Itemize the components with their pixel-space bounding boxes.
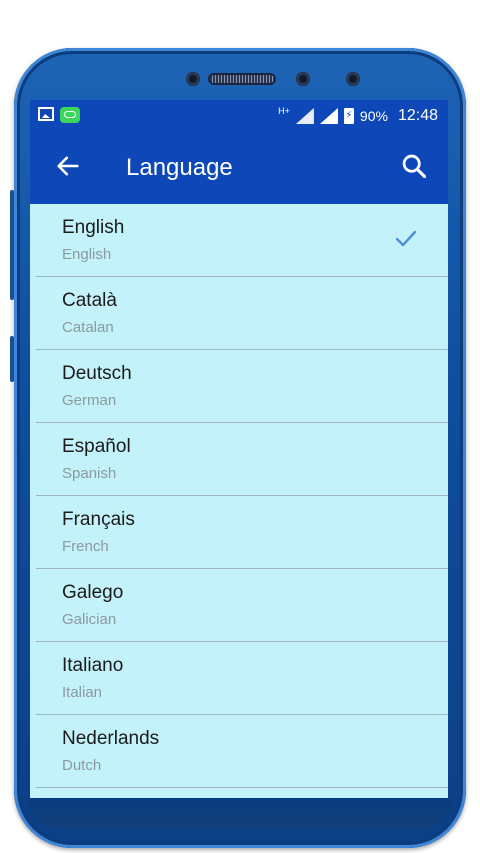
check-icon xyxy=(395,230,417,247)
volume-button xyxy=(10,190,14,300)
battery-icon xyxy=(343,108,354,124)
signal-icon xyxy=(295,108,314,124)
earpiece-speaker xyxy=(210,75,274,83)
language-subtitle: Catalan xyxy=(62,319,114,336)
list-item[interactable]: Deutsch German xyxy=(36,350,448,423)
language-subtitle: Spanish xyxy=(62,465,117,482)
list-item[interactable]: Nederlands Dutch xyxy=(36,715,448,788)
language-name: Italiano xyxy=(62,655,124,676)
language-name: Galego xyxy=(62,582,124,603)
list-item[interactable]: Français French xyxy=(36,496,448,569)
language-name: Deutsch xyxy=(62,363,132,384)
language-subtitle: English xyxy=(62,246,112,263)
power-button xyxy=(10,336,14,382)
arrow-left-icon[interactable] xyxy=(54,152,82,180)
screen: H+ 90% 12:48 Language English English Ca… xyxy=(30,100,448,800)
network-type: H+ xyxy=(278,106,290,116)
language-list: English English Català Catalan Deutsch G… xyxy=(30,204,448,788)
list-item[interactable]: Español Spanish xyxy=(36,423,448,496)
phone-bottom-bezel xyxy=(28,798,452,828)
search-icon[interactable] xyxy=(400,152,428,180)
language-name: Français xyxy=(62,509,135,530)
list-item[interactable]: Català Catalan xyxy=(36,277,448,350)
language-subtitle: Italian xyxy=(62,684,103,701)
clock: 12:48 xyxy=(397,107,438,124)
list-item[interactable]: Italiano Italian xyxy=(36,642,448,715)
page-title: Language xyxy=(126,154,233,181)
camera-icon xyxy=(186,72,200,86)
front-sensors xyxy=(14,70,466,90)
language-subtitle: Dutch xyxy=(62,757,102,774)
signal-icon xyxy=(319,108,338,124)
status-bar: H+ 90% 12:48 xyxy=(30,100,448,132)
language-name: Català xyxy=(62,290,117,311)
language-subtitle: French xyxy=(62,538,109,555)
camera-icon xyxy=(346,72,360,86)
language-subtitle: Galician xyxy=(62,611,117,628)
camera-icon xyxy=(296,72,310,86)
list-item[interactable]: English English xyxy=(36,204,448,277)
language-subtitle: German xyxy=(62,392,117,409)
language-name: English xyxy=(62,217,125,238)
chat-app-icon xyxy=(60,107,80,123)
gallery-icon xyxy=(38,107,54,121)
language-name: Español xyxy=(62,436,131,457)
language-name: Nederlands xyxy=(62,728,160,749)
app-bar: Language xyxy=(30,132,448,204)
list-item[interactable]: Galego Galician xyxy=(36,569,448,642)
battery-percent: 90% xyxy=(359,108,388,124)
